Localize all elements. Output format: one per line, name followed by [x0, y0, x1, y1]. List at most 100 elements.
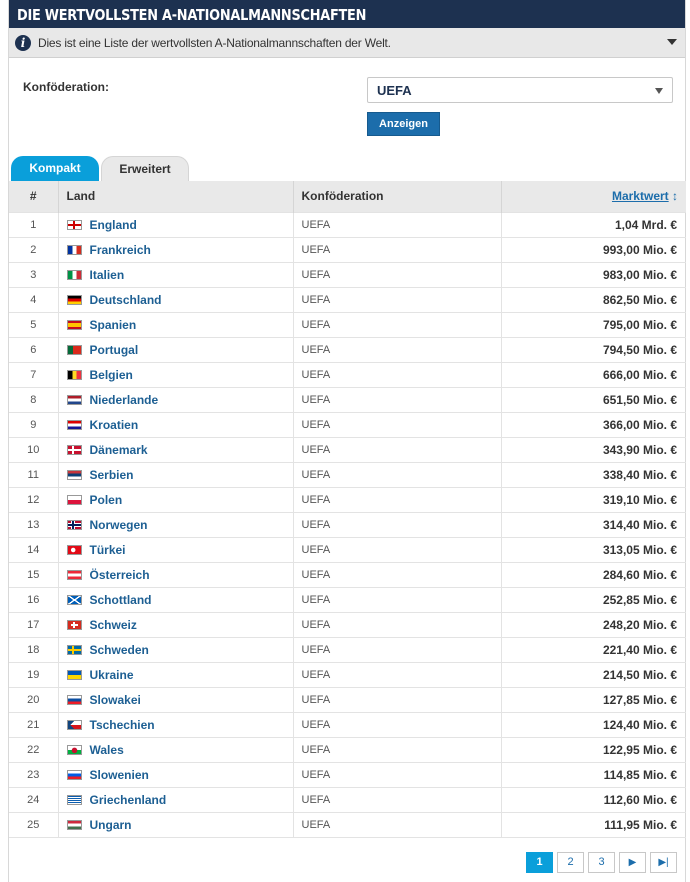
country-link[interactable]: Portugal	[90, 343, 139, 357]
table-row: 13 Norwegen UEFA 314,40 Mio. €	[9, 511, 686, 537]
confederation-cell: UEFA	[293, 511, 502, 537]
country-link[interactable]: Slowakei	[90, 693, 141, 707]
market-value-cell: 124,40 Mio. €	[501, 711, 686, 737]
market-value-cell: 794,50 Mio. €	[501, 336, 686, 362]
market-value-cell: 252,85 Mio. €	[501, 586, 686, 612]
rank-cell: 1	[9, 211, 59, 237]
dropdown-caret-icon	[655, 88, 663, 94]
market-value-cell: 111,95 Mio. €	[501, 811, 686, 838]
country-cell: Ukraine	[58, 661, 294, 687]
market-value-cell: 666,00 Mio. €	[501, 361, 686, 387]
confederation-cell: UEFA	[293, 811, 502, 838]
rank-cell: 3	[9, 261, 59, 287]
country-cell: Tschechien	[58, 711, 294, 737]
table-row: 25 Ungarn UEFA 111,95 Mio. €	[9, 811, 686, 838]
column-header-market-value[interactable]: Marktwert ↕	[501, 181, 686, 212]
confederation-cell: UEFA	[293, 236, 502, 262]
rank-cell: 13	[9, 511, 59, 537]
market-value-cell: 983,00 Mio. €	[501, 261, 686, 287]
slovakia-flag-icon	[66, 694, 82, 705]
rank-cell: 25	[9, 811, 59, 838]
country-cell: Griechenland	[58, 786, 294, 812]
confederation-select[interactable]: UEFA	[367, 77, 673, 103]
country-link[interactable]: Griechenland	[90, 793, 167, 807]
country-link[interactable]: Niederlande	[90, 393, 159, 407]
netherlands-flag-icon	[66, 394, 82, 405]
country-link[interactable]: Schottland	[90, 593, 152, 607]
country-link[interactable]: Ukraine	[90, 668, 134, 682]
rank-cell: 14	[9, 536, 59, 562]
confederation-cell: UEFA	[293, 536, 502, 562]
country-link[interactable]: Kroatien	[90, 418, 139, 432]
country-link[interactable]: Polen	[90, 493, 123, 507]
denmark-flag-icon	[66, 444, 82, 455]
country-link[interactable]: Schweden	[90, 643, 149, 657]
confederation-cell: UEFA	[293, 411, 502, 437]
country-cell: Dänemark	[58, 436, 294, 462]
country-link[interactable]: Deutschland	[90, 293, 162, 307]
confederation-cell: UEFA	[293, 786, 502, 812]
page-2-button[interactable]: 2	[557, 852, 584, 873]
market-value-cell: 122,95 Mio. €	[501, 736, 686, 762]
country-cell: Frankreich	[58, 236, 294, 262]
chevron-down-icon[interactable]	[667, 39, 677, 45]
table-row: 5 Spanien UEFA 795,00 Mio. €	[9, 311, 686, 337]
table-row: 19 Ukraine UEFA 214,50 Mio. €	[9, 661, 686, 687]
country-cell: Belgien	[58, 361, 294, 387]
rank-cell: 20	[9, 686, 59, 712]
confederation-cell: UEFA	[293, 761, 502, 787]
sort-icon[interactable]: ↕	[672, 189, 678, 203]
rank-cell: 16	[9, 586, 59, 612]
country-link[interactable]: Schweiz	[90, 618, 137, 632]
last-page-icon[interactable]: ▶|	[650, 852, 677, 873]
table-row: 20 Slowakei UEFA 127,85 Mio. €	[9, 686, 686, 712]
page-1-button[interactable]: 1	[526, 852, 553, 873]
market-value-cell: 214,50 Mio. €	[501, 661, 686, 687]
market-value-cell: 651,50 Mio. €	[501, 386, 686, 412]
country-link[interactable]: Ungarn	[90, 818, 132, 832]
country-link[interactable]: Frankreich	[90, 243, 151, 257]
table-row: 2 Frankreich UEFA 993,00 Mio. €	[9, 236, 686, 262]
croatia-flag-icon	[66, 419, 82, 430]
country-cell: Norwegen	[58, 511, 294, 537]
country-link[interactable]: Wales	[90, 743, 124, 757]
switzerland-flag-icon	[66, 619, 82, 630]
country-cell: Niederlande	[58, 386, 294, 412]
country-link[interactable]: Belgien	[90, 368, 133, 382]
confederation-cell: UEFA	[293, 636, 502, 662]
poland-flag-icon	[66, 494, 82, 505]
greece-flag-icon	[66, 794, 82, 805]
turkey-flag-icon	[66, 544, 82, 555]
table-row: 23 Slowenien UEFA 114,85 Mio. €	[9, 761, 686, 787]
tab-extended[interactable]: Erweitert	[101, 156, 189, 181]
rank-cell: 21	[9, 711, 59, 737]
country-link[interactable]: Tschechien	[90, 718, 155, 732]
england-flag-icon	[66, 219, 82, 230]
confederation-cell: UEFA	[293, 486, 502, 512]
country-link[interactable]: Norwegen	[90, 518, 148, 532]
country-cell: Slowakei	[58, 686, 294, 712]
confederation-cell: UEFA	[293, 386, 502, 412]
table-row: 3 Italien UEFA 983,00 Mio. €	[9, 261, 686, 287]
market-value-cell: 319,10 Mio. €	[501, 486, 686, 512]
page-3-button[interactable]: 3	[588, 852, 615, 873]
germany-flag-icon	[66, 294, 82, 305]
country-link[interactable]: Spanien	[90, 318, 137, 332]
country-link[interactable]: Serbien	[90, 468, 134, 482]
country-link[interactable]: England	[90, 218, 137, 232]
spain-flag-icon	[66, 319, 82, 330]
market-value-sort-link[interactable]: Marktwert	[612, 189, 669, 203]
country-link[interactable]: Italien	[90, 268, 125, 282]
next-page-icon[interactable]: ▶	[619, 852, 646, 873]
market-value-cell: 366,00 Mio. €	[501, 411, 686, 437]
column-header-rank: #	[9, 181, 59, 212]
country-link[interactable]: Slowenien	[90, 768, 149, 782]
country-link[interactable]: Türkei	[90, 543, 126, 557]
market-value-cell: 343,90 Mio. €	[501, 436, 686, 462]
confederation-cell: UEFA	[293, 361, 502, 387]
show-button[interactable]: Anzeigen	[367, 112, 440, 136]
confederation-cell: UEFA	[293, 461, 502, 487]
country-link[interactable]: Österreich	[90, 568, 150, 582]
country-link[interactable]: Dänemark	[90, 443, 148, 457]
tab-compact[interactable]: Kompakt	[11, 156, 99, 181]
